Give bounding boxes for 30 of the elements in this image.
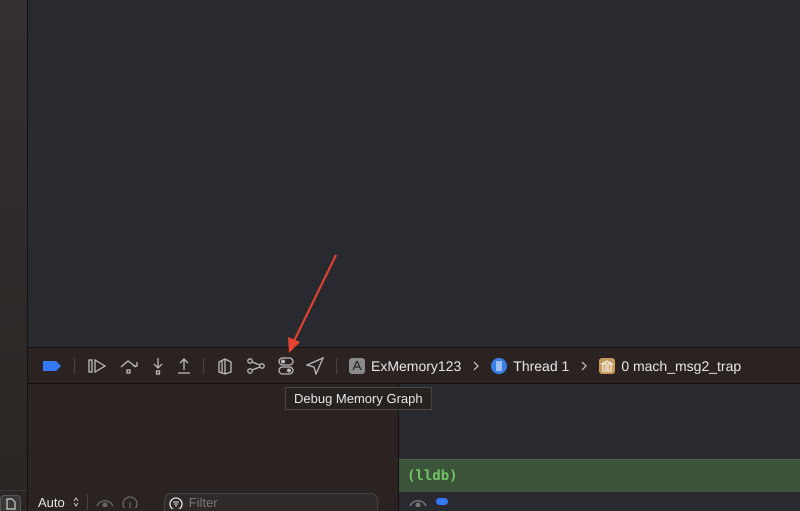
step-over-icon[interactable] bbox=[119, 358, 139, 374]
chevron-icon bbox=[581, 360, 588, 370]
info-icon[interactable] bbox=[122, 496, 138, 508]
layers-icon[interactable] bbox=[216, 356, 234, 374]
toggle-icon[interactable] bbox=[435, 496, 449, 506]
app-icon bbox=[349, 358, 365, 374]
breadcrumb-label: Thread 1 bbox=[513, 358, 570, 374]
scope-popup[interactable]: Auto bbox=[38, 494, 65, 510]
document-icon bbox=[6, 498, 16, 510]
breadcrumb-label: 0 mach_msg2_trap bbox=[621, 358, 742, 374]
breadcrumb-item[interactable]: ExMemory123 bbox=[349, 358, 462, 374]
graph-icon[interactable] bbox=[246, 358, 266, 374]
switches-icon[interactable] bbox=[278, 356, 294, 374]
chevron-icon bbox=[473, 360, 480, 370]
location-arrow-icon[interactable] bbox=[306, 356, 324, 374]
breadcrumb-item[interactable]: Thread 1 bbox=[491, 358, 570, 374]
thread-icon bbox=[491, 358, 508, 374]
step-into-icon[interactable] bbox=[151, 356, 165, 374]
building-icon bbox=[599, 358, 616, 374]
console-prompt: (lldb) bbox=[407, 468, 458, 484]
breadcrumb-label: ExMemory123 bbox=[371, 358, 462, 374]
breakpoint-icon[interactable] bbox=[42, 360, 62, 372]
eye-icon[interactable] bbox=[96, 497, 114, 507]
tooltip: Debug Memory Graph bbox=[285, 387, 432, 410]
updown-icon[interactable] bbox=[72, 497, 79, 507]
breadcrumb-item[interactable]: 0 mach_msg2_trap bbox=[599, 358, 742, 374]
filter-field[interactable]: Filter bbox=[164, 493, 378, 511]
step-out-icon[interactable] bbox=[177, 356, 191, 374]
file-button[interactable] bbox=[0, 495, 21, 511]
continue-icon[interactable] bbox=[87, 358, 107, 374]
